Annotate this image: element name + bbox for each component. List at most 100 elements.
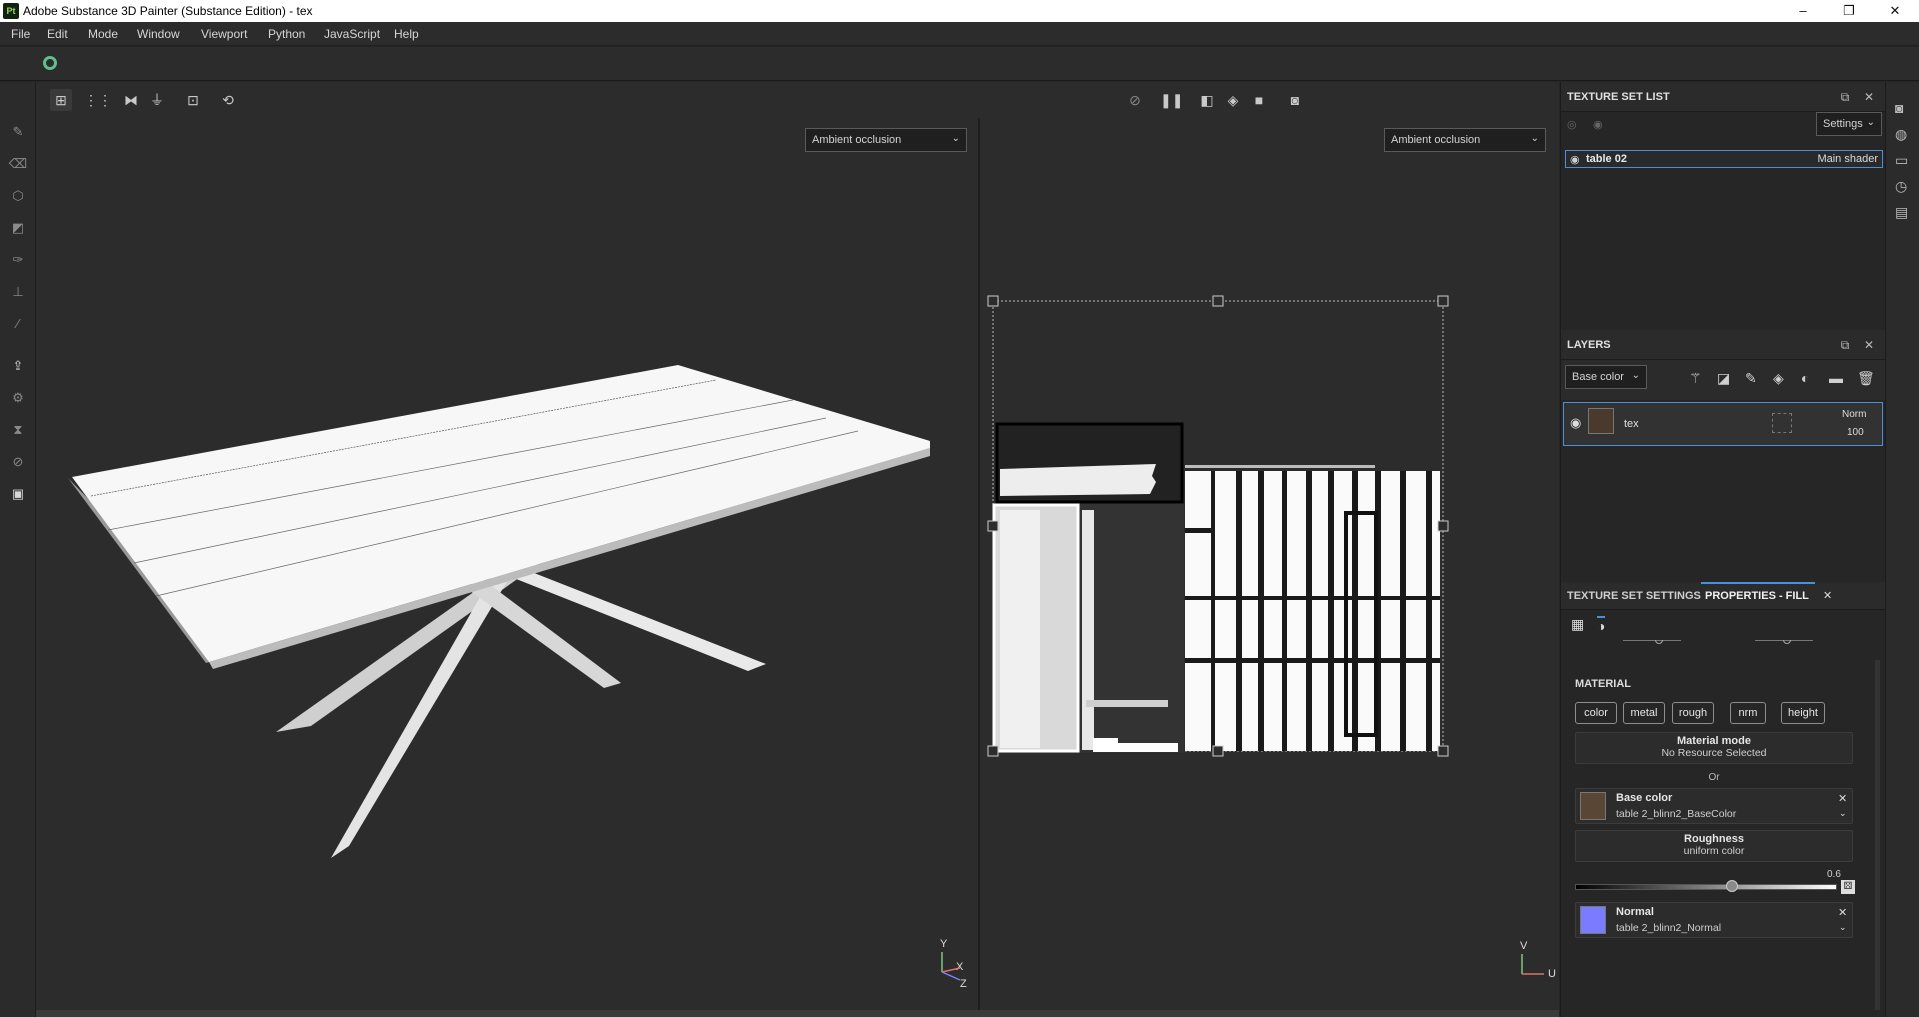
material-section-title: MATERIAL — [1575, 678, 1632, 690]
add-mask-icon[interactable]: ◪ — [1717, 370, 1730, 387]
eye-icon[interactable]: ◉ — [1570, 153, 1580, 166]
tab-texture-set-settings[interactable]: TEXTURE SET SETTINGS — [1567, 590, 1701, 602]
add-paint-layer-icon[interactable]: ✎ — [1745, 370, 1757, 387]
roughness-number[interactable]: 0.6 — [1827, 869, 1841, 880]
maximize-button[interactable]: ❐ — [1826, 0, 1872, 22]
layer-row[interactable]: ◉ tex Norm 100 — [1563, 402, 1883, 446]
tab-properties-fill[interactable]: PROPERTIES - FILL — [1705, 590, 1809, 602]
sync-status-icon[interactable] — [43, 56, 57, 70]
add-fill-layer-icon[interactable]: ◈ — [1773, 370, 1784, 387]
axis-y-label: Y — [940, 938, 948, 950]
add-smart-layer-icon[interactable]: ◐ — [1801, 370, 1809, 386]
show-all-icon[interactable]: ◉ — [1593, 118, 1603, 131]
add-effect-icon[interactable]: ⚚ — [1689, 370, 1702, 387]
hide-icon[interactable]: ⊘ — [1124, 89, 1146, 111]
menu-mode[interactable]: Mode — [88, 27, 118, 41]
layer-channel-dropdown[interactable]: Base color ⌄ — [1565, 365, 1647, 389]
mirror-y-icon[interactable]: ⏚ — [146, 89, 168, 111]
uv-tool-icon[interactable]: ⊘ — [8, 452, 28, 472]
properties-body: MATERIAL color metal rough nrm height Ma… — [1561, 640, 1886, 1017]
history-panel-icon[interactable]: ◷ — [1895, 178, 1907, 195]
delete-layer-icon[interactable]: 🗑 — [1857, 370, 1875, 387]
chip-metal[interactable]: metal — [1623, 702, 1665, 724]
split-view-icon[interactable]: ◧ — [1196, 89, 1218, 111]
minimize-button[interactable]: – — [1780, 0, 1826, 22]
undock-icon[interactable]: ⧉ — [1837, 337, 1853, 353]
normal-slot[interactable]: Normal table 2_blinn2_Normal ✕ ⌄ — [1575, 902, 1853, 938]
properties-scrollbar[interactable] — [1875, 660, 1880, 1010]
shader-settings-icon[interactable]: ◍ — [1895, 126, 1907, 143]
hide-all-icon[interactable]: ◎ — [1567, 118, 1577, 131]
chip-height[interactable]: height — [1781, 702, 1825, 724]
menu-file[interactable]: File — [11, 27, 30, 41]
export-icon[interactable]: ⇪ — [8, 356, 28, 376]
roughness-slot[interactable]: Roughness uniform color — [1575, 830, 1853, 862]
chevron-down-icon[interactable]: ⌄ — [1839, 922, 1847, 933]
viewport-3d[interactable]: Ambient occlusion ⌄ Y X Z — [36, 118, 978, 1010]
chip-rough[interactable]: rough — [1672, 702, 1714, 724]
slider-handle[interactable] — [1783, 640, 1791, 644]
camera-capture-icon[interactable]: ▣ — [8, 484, 28, 504]
texture-set-row[interactable]: ◉ table 02 Main shader — [1565, 150, 1883, 168]
add-folder-icon[interactable]: ▬ — [1829, 370, 1843, 386]
layer-opacity[interactable]: 100 — [1847, 427, 1864, 438]
chevron-down-icon: ⌄ — [1866, 117, 1875, 128]
uv-grid-icon[interactable]: ⊞ — [50, 89, 72, 111]
geometry-mask-icon[interactable]: ◩ — [8, 218, 28, 238]
shelf-icon[interactable]: ▭ — [1895, 152, 1908, 169]
menu-javascript[interactable]: JavaScript — [324, 27, 380, 41]
axis-v-label: V — [1520, 940, 1528, 952]
settings-gear-icon[interactable]: ⚙ — [8, 388, 28, 408]
projection-icon[interactable]: ⬡ — [8, 186, 28, 206]
cube-view-icon[interactable]: ◈ — [1222, 89, 1244, 111]
clone-stamp-icon[interactable]: ⊥ — [8, 282, 28, 302]
close-tab-icon[interactable]: ✕ — [1823, 589, 1832, 602]
roughness-slider-handle[interactable] — [1726, 880, 1739, 892]
paint-brush-icon[interactable]: ✎ — [8, 122, 28, 142]
menu-help[interactable]: Help — [394, 27, 419, 41]
log-icon[interactable]: ▤ — [1895, 204, 1908, 221]
eraser-icon[interactable]: ⌫ — [8, 154, 28, 174]
screenshot-camera-icon[interactable]: ◙ — [1284, 89, 1306, 111]
mirror-x-icon[interactable]: ⧓ — [120, 89, 142, 111]
chevron-down-icon[interactable]: ⌄ — [1839, 808, 1847, 819]
menu-viewport[interactable]: Viewport — [201, 27, 247, 41]
material-sphere-icon[interactable]: ◑ — [1597, 616, 1606, 634]
undock-icon[interactable]: ⧉ — [1837, 89, 1853, 105]
layer-channel-label: Base color — [1572, 371, 1624, 383]
material-mode-slot[interactable]: Material mode No Resource Selected — [1575, 732, 1853, 764]
menu-edit[interactable]: Edit — [47, 27, 68, 41]
menu-window[interactable]: Window — [137, 27, 180, 41]
smudge-icon[interactable]: ✑ — [8, 250, 28, 270]
history-icon[interactable]: ⟲ — [217, 89, 239, 111]
slider-handle[interactable] — [1655, 640, 1663, 644]
pause-icon[interactable]: ❚❚ — [1160, 89, 1183, 111]
color-picker-icon[interactable]: ⁄ — [8, 314, 28, 334]
axis-gizmo-3d — [941, 952, 961, 981]
menu-python[interactable]: Python — [268, 27, 305, 41]
viewport-2d-uv[interactable]: Ambient occlusion ⌄ V U — [980, 118, 1559, 1010]
display-settings-icon[interactable]: ◙ — [1895, 100, 1903, 116]
texture-set-settings-dropdown[interactable]: Settings ⌄ — [1816, 112, 1882, 136]
close-window-button[interactable]: ✕ — [1872, 0, 1918, 22]
axis-gizmo-uv — [1521, 954, 1544, 975]
base-color-slot[interactable]: Base color table 2_blinn2_BaseColor ✕ ⌄ — [1575, 788, 1853, 824]
remove-resource-icon[interactable]: ✕ — [1838, 792, 1847, 805]
active-tab-indicator — [1701, 582, 1815, 584]
tiling-icon[interactable]: ⋮⋮ — [84, 89, 112, 111]
eye-icon[interactable]: ◉ — [1570, 415, 1581, 431]
remove-resource-icon[interactable]: ✕ — [1838, 906, 1847, 919]
layer-blend-mode[interactable]: Norm — [1842, 409, 1866, 420]
roughness-value: uniform color — [1683, 845, 1745, 857]
close-panel-icon[interactable]: ✕ — [1861, 89, 1877, 105]
random-seed-icon[interactable]: ⚄ — [1841, 880, 1855, 894]
layer-mask-slot[interactable] — [1772, 413, 1792, 433]
close-panel-icon[interactable]: ✕ — [1861, 337, 1877, 353]
add-frame-icon[interactable]: ⊡ — [182, 89, 204, 111]
roughness-slider[interactable] — [1575, 884, 1837, 890]
chip-nrm[interactable]: nrm — [1730, 702, 1766, 724]
video-camera-icon[interactable]: ■ — [1248, 89, 1270, 111]
chip-color[interactable]: color — [1575, 702, 1617, 724]
bake-icon[interactable]: ⧗ — [8, 420, 28, 440]
fill-settings-icon[interactable]: ▦ — [1571, 616, 1584, 633]
